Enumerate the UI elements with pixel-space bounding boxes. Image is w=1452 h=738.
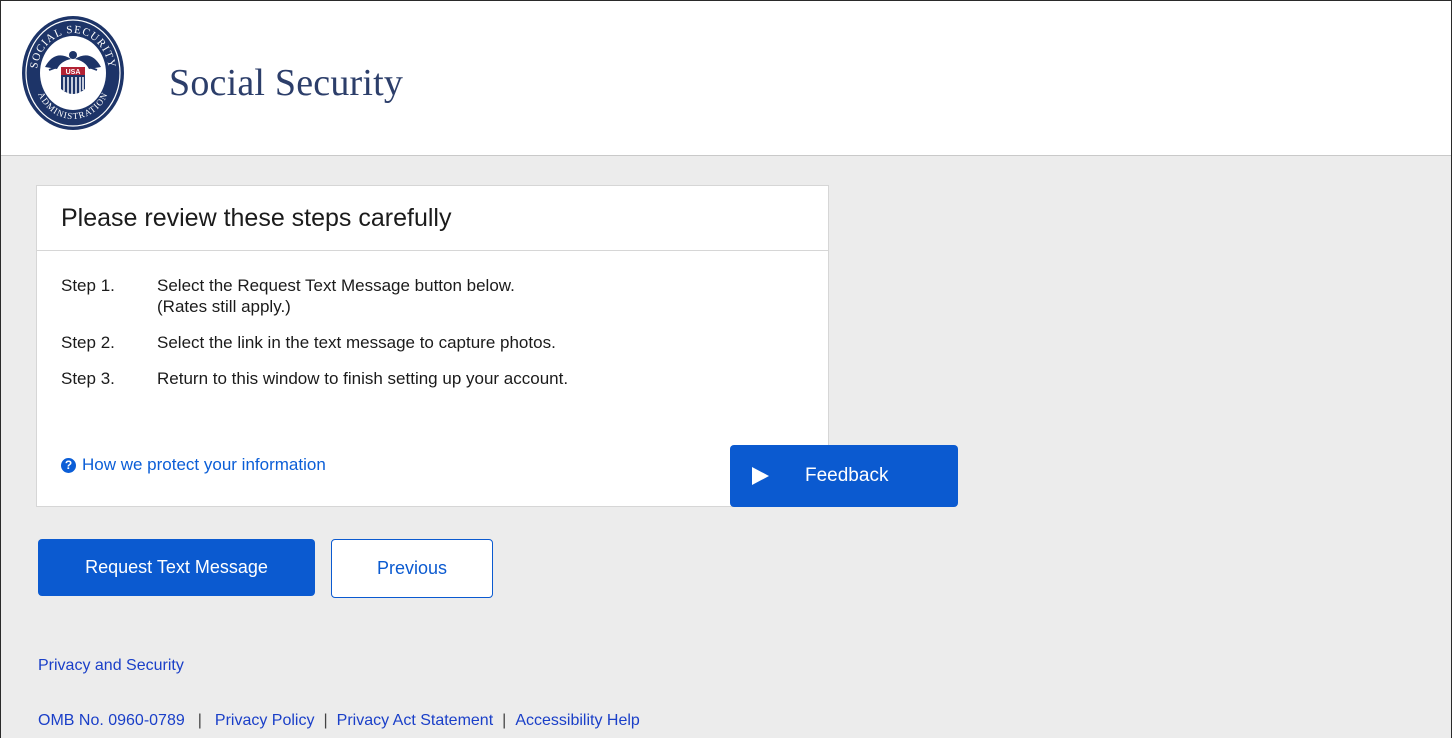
step-1: Step 1. Select the Request Text Message … xyxy=(61,275,828,317)
accessibility-help-link[interactable]: Accessibility Help xyxy=(515,712,639,730)
privacy-act-link[interactable]: Privacy Act Statement xyxy=(337,712,494,730)
site-title: Social Security xyxy=(169,62,404,104)
step-3: Step 3. Return to this window to finish … xyxy=(61,368,828,389)
feedback-label: Feedback xyxy=(805,465,889,486)
feedback-button[interactable]: Feedback xyxy=(730,445,958,507)
step-text: Select the link in the text message to c… xyxy=(157,333,556,352)
step-label: Step 2. xyxy=(61,333,115,352)
footer-links: OMB No. 0960-0789 | Privacy Policy | Pri… xyxy=(38,712,640,730)
question-circle-icon: ? xyxy=(61,457,76,473)
previous-button[interactable]: Previous xyxy=(331,539,493,598)
footer-separator: | xyxy=(323,712,328,729)
privacy-policy-link[interactable]: Privacy Policy xyxy=(215,712,315,730)
step-label: Step 1. xyxy=(61,276,115,295)
step-text: Select the Request Text Message button b… xyxy=(157,276,515,295)
step-text-note: (Rates still apply.) xyxy=(157,297,291,316)
footer-separator: | xyxy=(197,712,202,729)
svg-text:USA: USA xyxy=(66,69,81,76)
step-2: Step 2. Select the link in the text mess… xyxy=(61,332,828,353)
omb-number-link[interactable]: OMB No. 0960-0789 xyxy=(38,712,185,730)
card-title: Please review these steps carefully xyxy=(37,186,828,251)
protect-info-label: How we protect your information xyxy=(82,455,326,474)
privacy-security-link[interactable]: Privacy and Security xyxy=(38,657,184,675)
steps-list: Step 1. Select the Request Text Message … xyxy=(37,251,828,389)
site-header: SOCIAL SECURITY ADMINISTRATION USA Socia… xyxy=(1,1,1451,156)
ssa-seal-logo[interactable]: SOCIAL SECURITY ADMINISTRATION USA xyxy=(21,15,125,131)
request-text-message-button[interactable]: Request Text Message xyxy=(38,539,315,596)
step-text: Return to this window to finish setting … xyxy=(157,369,569,388)
footer-separator: | xyxy=(502,712,507,729)
protect-info-link[interactable]: ? How we protect your information xyxy=(61,455,326,475)
page-frame: SOCIAL SECURITY ADMINISTRATION USA Socia… xyxy=(0,0,1452,738)
step-label: Step 3. xyxy=(61,369,115,388)
steps-card: Please review these steps carefully Step… xyxy=(36,185,829,507)
play-icon xyxy=(752,467,769,485)
